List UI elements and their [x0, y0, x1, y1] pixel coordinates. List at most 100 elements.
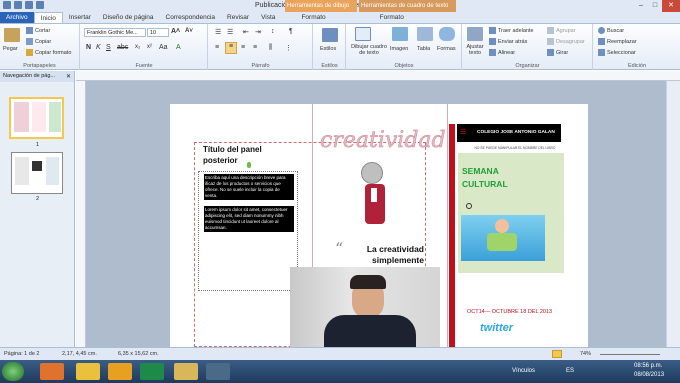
justify-button[interactable]: ≡: [253, 44, 257, 51]
tab-file[interactable]: Archivo: [0, 12, 34, 23]
headline-wordart[interactable]: creatividad: [320, 128, 446, 154]
redo-icon[interactable]: [36, 1, 44, 9]
textbox-icon[interactable]: [355, 27, 371, 41]
start-icon[interactable]: [2, 362, 24, 381]
italic-button[interactable]: K: [96, 44, 101, 51]
body-text-2[interactable]: Lorem ipsum dolor sit amet, consectetuer…: [204, 206, 294, 232]
publisher-taskbar-icon[interactable]: [140, 363, 164, 380]
table-button[interactable]: Tabla: [417, 46, 430, 52]
bullets-button[interactable]: ☰: [215, 28, 221, 36]
shapes-icon[interactable]: [439, 27, 455, 41]
undo-icon[interactable]: [25, 1, 33, 9]
tab-review[interactable]: Revisar: [221, 12, 255, 23]
vertical-scrollbar[interactable]: [666, 81, 680, 347]
cut-button[interactable]: Cortar: [26, 27, 50, 34]
bullet-circle-icon: [466, 203, 472, 209]
strikethrough-button[interactable]: abc: [117, 44, 128, 51]
shapes-button[interactable]: Formas: [437, 46, 456, 52]
align-left-button[interactable]: ≡: [215, 44, 219, 51]
event-dates[interactable]: OCT14— OCTUBRE 18 DEL 2013: [467, 309, 552, 315]
presenter-shirt: [324, 315, 416, 347]
media-player-icon[interactable]: [108, 363, 132, 380]
draw-textbox-button[interactable]: Dibujar cuadro de texto: [348, 44, 390, 56]
wrap-text-icon[interactable]: [467, 27, 483, 41]
styles-button[interactable]: Estilos: [320, 46, 336, 52]
publisher-icon[interactable]: [3, 1, 11, 9]
maximize-button[interactable]: □: [648, 0, 662, 12]
links-toolbar[interactable]: Vínculos: [512, 368, 535, 374]
underline-button[interactable]: S: [106, 44, 111, 51]
find-button[interactable]: Buscar: [598, 27, 624, 34]
group-objects-button[interactable]: Agrupar: [547, 27, 576, 34]
screen-recorder-icon[interactable]: [206, 363, 230, 380]
align-center-button[interactable]: ≡: [225, 42, 237, 54]
bring-forward-icon: [489, 27, 496, 34]
copy-button[interactable]: Copiar: [26, 38, 51, 45]
font-color-button[interactable]: A: [176, 44, 181, 51]
decrease-indent-button[interactable]: ⇤: [243, 28, 249, 36]
chrome-icon[interactable]: [76, 363, 100, 380]
table-icon[interactable]: [417, 27, 433, 41]
tab-home[interactable]: Inicio: [33, 12, 63, 23]
save-icon[interactable]: [14, 1, 22, 9]
superscript-button[interactable]: x²: [147, 44, 152, 50]
image-button[interactable]: Imagen: [390, 46, 408, 52]
page-thumbnail-2[interactable]: [11, 152, 63, 194]
folder-icon[interactable]: [174, 363, 198, 380]
minimize-button[interactable]: –: [634, 0, 648, 12]
bring-forward-button[interactable]: Traer adelante: [489, 27, 534, 34]
align-right-button[interactable]: ≡: [241, 44, 245, 51]
page-indicator[interactable]: Página: 1 de 2: [4, 351, 39, 357]
language-indicator[interactable]: ES: [566, 368, 574, 374]
change-case-button[interactable]: Aa: [159, 44, 168, 51]
tab-format-textbox[interactable]: Formato: [374, 12, 410, 23]
subscript-button[interactable]: x₂: [135, 44, 140, 50]
font-family-select[interactable]: Franklin Gothic Me...: [84, 28, 146, 37]
paste-button[interactable]: Pegar: [3, 46, 18, 52]
page-thumbnail-1[interactable]: [9, 97, 64, 139]
font-size-select[interactable]: 10: [147, 28, 169, 37]
paste-icon[interactable]: [4, 28, 20, 42]
styles-icon[interactable]: [322, 28, 338, 42]
replace-button[interactable]: Reemplazar: [598, 38, 637, 45]
select-button[interactable]: Seleccionar: [598, 49, 636, 56]
event-photo[interactable]: [461, 215, 545, 261]
wrap-text-button[interactable]: Ajustar texto: [464, 44, 486, 56]
tab-mailings[interactable]: Correspondencia: [160, 12, 222, 23]
align-objects-button[interactable]: Alinear: [489, 49, 515, 56]
grow-font-button[interactable]: A˄: [171, 28, 180, 35]
tab-insert[interactable]: Insertar: [63, 12, 97, 23]
zoom-slider[interactable]: [600, 354, 660, 355]
rotate-button[interactable]: Girar: [547, 49, 568, 56]
send-back-button[interactable]: Enviar atrás: [489, 38, 527, 45]
tab-page-design[interactable]: Diseño de página: [97, 12, 160, 23]
show-marks-button[interactable]: ¶: [289, 28, 293, 35]
zoom-level[interactable]: 74%: [580, 351, 591, 357]
paragraph-settings-button[interactable]: ⋮: [285, 44, 292, 52]
tab-format-drawing[interactable]: Formato: [295, 12, 331, 23]
firefox-icon[interactable]: [40, 363, 64, 380]
school-header[interactable]: ☰ COLEGIO JOSE ANTONIO GALAN: [457, 124, 561, 142]
tab-view[interactable]: Vista: [255, 12, 281, 23]
rotate-handle-icon[interactable]: [247, 162, 251, 168]
panel-title-text[interactable]: Título del panel posterior: [203, 144, 283, 166]
line-spacing-button[interactable]: ↕: [271, 28, 275, 35]
page-navigation-panel: Navegación de pág... ✕ 1 2: [0, 71, 75, 347]
single-page-view-icon[interactable]: [552, 350, 562, 358]
increase-indent-button[interactable]: ⇥: [255, 28, 261, 36]
copy-format-button[interactable]: Copiar formato: [26, 49, 71, 56]
shrink-font-button[interactable]: A˅: [185, 28, 193, 34]
thinker-clipart-icon[interactable]: [355, 162, 395, 234]
bold-button[interactable]: N: [86, 44, 91, 51]
panel-title: Navegación de pág...: [0, 71, 74, 82]
twitter-logo[interactable]: twitter: [480, 322, 513, 334]
body-text-1[interactable]: Escriba aquí una descripción breve para …: [204, 174, 294, 200]
numbering-button[interactable]: ☰: [227, 28, 233, 36]
close-button[interactable]: ✕: [662, 0, 680, 12]
event-panel[interactable]: SEMANA CULTURAL: [458, 153, 564, 273]
ungroup-objects-button[interactable]: Desagrupar: [547, 38, 585, 45]
panel-close-icon[interactable]: ✕: [66, 73, 71, 80]
clock-time[interactable]: 08:56 p.m.: [634, 363, 662, 369]
image-icon[interactable]: [392, 27, 408, 41]
columns-button[interactable]: ⫼: [269, 44, 272, 52]
